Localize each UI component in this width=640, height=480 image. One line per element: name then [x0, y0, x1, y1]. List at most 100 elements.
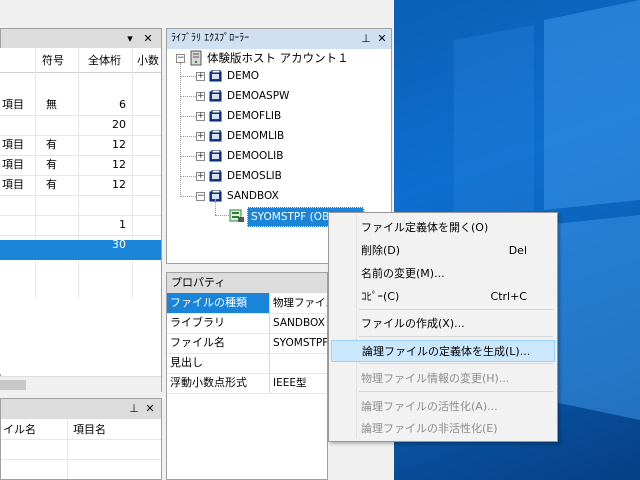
library-explorer-title: ﾗｲﾌﾞﾗﾘ ｴｸｽﾌﾟﾛｰﾗｰ: [171, 33, 250, 44]
menu-separator: [359, 363, 553, 364]
menu-item-label: ｺﾋﾟｰ(C): [361, 290, 400, 303]
pin-icon[interactable]: ⊥: [127, 401, 141, 417]
column-header-sign[interactable]: 符号: [42, 50, 64, 72]
menu-item-label: ファイルの作成(X)...: [361, 317, 465, 330]
property-key: 浮動小数点形式: [170, 376, 247, 389]
library-icon: [209, 90, 222, 102]
library-label: DEMOMLIB: [227, 130, 285, 142]
library-icon: [209, 70, 222, 82]
cell-total-digits: 12: [112, 178, 126, 191]
menu-item-label: 論理ファイルの非活性化(E): [361, 422, 498, 435]
cell-item-name: 項目: [2, 158, 24, 171]
library-expander[interactable]: +: [196, 132, 205, 141]
close-icon[interactable]: ✕: [143, 401, 157, 417]
cell-sign: 有: [46, 158, 57, 171]
cell-total-digits: 20: [112, 118, 126, 131]
column-header-item-name[interactable]: 項目名: [73, 421, 106, 437]
menu-item-shortcut: Del: [508, 244, 527, 257]
menu-item-label: ファイル定義体を開く(O): [361, 221, 489, 234]
menu-item-label: 論理ファイルの活性化(A)...: [361, 400, 498, 413]
pin-icon[interactable]: ⊥: [359, 31, 373, 47]
library-label: DEMOOLIB: [227, 150, 284, 162]
property-value[interactable]: [273, 353, 327, 373]
library-expander[interactable]: −: [196, 192, 205, 201]
menu-separator: [359, 336, 553, 337]
properties-panel: プロパティ ファイルの種類物理ファイルライブラリ SANDBOX ファイル名 SYOM…: [166, 272, 328, 480]
property-row[interactable]: 浮動小数点形式 IEEE型: [167, 373, 327, 394]
library-expander[interactable]: +: [196, 72, 205, 81]
library-expander[interactable]: +: [196, 172, 205, 181]
library-label: DEMOSLIB: [227, 170, 282, 182]
cell-item-name: 項目: [2, 138, 24, 151]
library-label: DEMO: [227, 70, 260, 82]
cell-total-digits: 30: [112, 238, 126, 251]
column-header-total-digits[interactable]: 全体桁: [88, 50, 121, 72]
library-icon: [209, 150, 222, 162]
root-expander[interactable]: −: [176, 54, 185, 63]
library-label: SANDBOX: [227, 190, 279, 202]
column-header-decimal[interactable]: 小数: [137, 50, 159, 72]
menu-item: 論理ファイルの非活性化(E): [331, 418, 555, 440]
property-key: ライブラリ: [170, 316, 225, 329]
context-menu: ファイル定義体を開く(O) 削除(D) Del 名前の変更(M)... ｺﾋﾟｰ(C) C…: [328, 212, 558, 442]
scrollbar-thumb[interactable]: [0, 380, 26, 390]
horizontal-scrollbar[interactable]: [0, 376, 161, 393]
menu-item-label: 物理ファイル情報の変更(H)...: [361, 372, 510, 385]
property-value[interactable]: SYOMSTPF: [273, 333, 327, 353]
menu-item-label: 削除(D): [361, 244, 401, 257]
property-key: ファイルの種類: [167, 293, 269, 313]
menu-item-label: 論理ファイルの定義体を生成(L)...: [362, 345, 531, 358]
menu-item[interactable]: 削除(D) Del: [331, 240, 555, 262]
chevron-down-icon[interactable]: ▾: [123, 31, 137, 47]
property-key: ファイル名: [170, 336, 225, 349]
cell-sign: 有: [46, 178, 57, 191]
close-icon[interactable]: ✕: [375, 31, 389, 47]
field-list-titlebar: ▾ ✕: [1, 29, 161, 49]
library-label: DEMOASPW: [227, 90, 290, 102]
property-value[interactable]: 物理ファイル: [273, 293, 327, 313]
lower-left-panel: ⊥ ✕ イル名 項目名: [0, 398, 162, 480]
properties-title: プロパティ: [171, 276, 226, 289]
library-expander[interactable]: +: [196, 92, 205, 101]
library-explorer-titlebar: ﾗｲﾌﾞﾗﾘ ｴｸｽﾌﾟﾛｰﾗｰ ⊥ ✕: [167, 29, 391, 49]
property-row[interactable]: 見出し: [167, 353, 327, 374]
property-row[interactable]: ファイルの種類物理ファイル: [167, 293, 327, 314]
library-expander[interactable]: +: [196, 112, 205, 121]
cell-total-digits: 1: [119, 218, 126, 231]
property-key: 見出し: [170, 356, 203, 369]
library-icon: [209, 130, 222, 142]
library-label: DEMOFLIB: [227, 110, 282, 122]
cell-total-digits: [78, 196, 126, 214]
field-grid: 符号 全体桁 小数 項目無 6 20 項目有 12 項目有 12 項目有 12 1 30: [0, 48, 161, 374]
menu-item-label: 名前の変更(M)...: [361, 267, 445, 280]
menu-item[interactable]: ファイル定義体を開く(O): [331, 217, 555, 239]
server-icon: [190, 50, 202, 66]
property-row[interactable]: ライブラリ SANDBOX: [167, 313, 327, 334]
property-value[interactable]: SANDBOX: [273, 313, 327, 333]
menu-item[interactable]: 名前の変更(M)...: [331, 263, 555, 285]
property-row[interactable]: ファイル名 SYOMSTPF: [167, 333, 327, 354]
menu-item: 物理ファイル情報の変更(H)...: [331, 368, 555, 390]
library-expander[interactable]: +: [196, 152, 205, 161]
menu-separator: [359, 309, 553, 310]
menu-item[interactable]: ｺﾋﾟｰ(C) Ctrl+C: [331, 286, 555, 308]
close-icon[interactable]: ✕: [141, 31, 155, 47]
tree-root-host[interactable]: 体験版ホスト アカウント１: [207, 49, 349, 67]
cell-item-name: 項目: [2, 178, 24, 191]
menu-separator: [359, 391, 553, 392]
menu-item: 論理ファイルの活性化(A)...: [331, 396, 555, 418]
menu-item[interactable]: 論理ファイルの定義体を生成(L)...: [331, 340, 555, 362]
cell-total-digits: 6: [119, 98, 126, 111]
cell-total-digits: 12: [112, 138, 126, 151]
library-icon: [209, 110, 222, 122]
file-object-icon: [229, 209, 244, 222]
menu-item-shortcut: Ctrl+C: [490, 290, 527, 303]
cell-item-name: 項目: [2, 98, 24, 111]
column-header-file-name[interactable]: イル名: [3, 421, 36, 437]
menu-item[interactable]: ファイルの作成(X)...: [331, 313, 555, 335]
cell-sign: 無: [46, 98, 57, 111]
cell-sign: 有: [46, 138, 57, 151]
cell-total-digits: 12: [112, 158, 126, 171]
library-icon: [209, 170, 222, 182]
property-value[interactable]: IEEE型: [273, 373, 327, 393]
